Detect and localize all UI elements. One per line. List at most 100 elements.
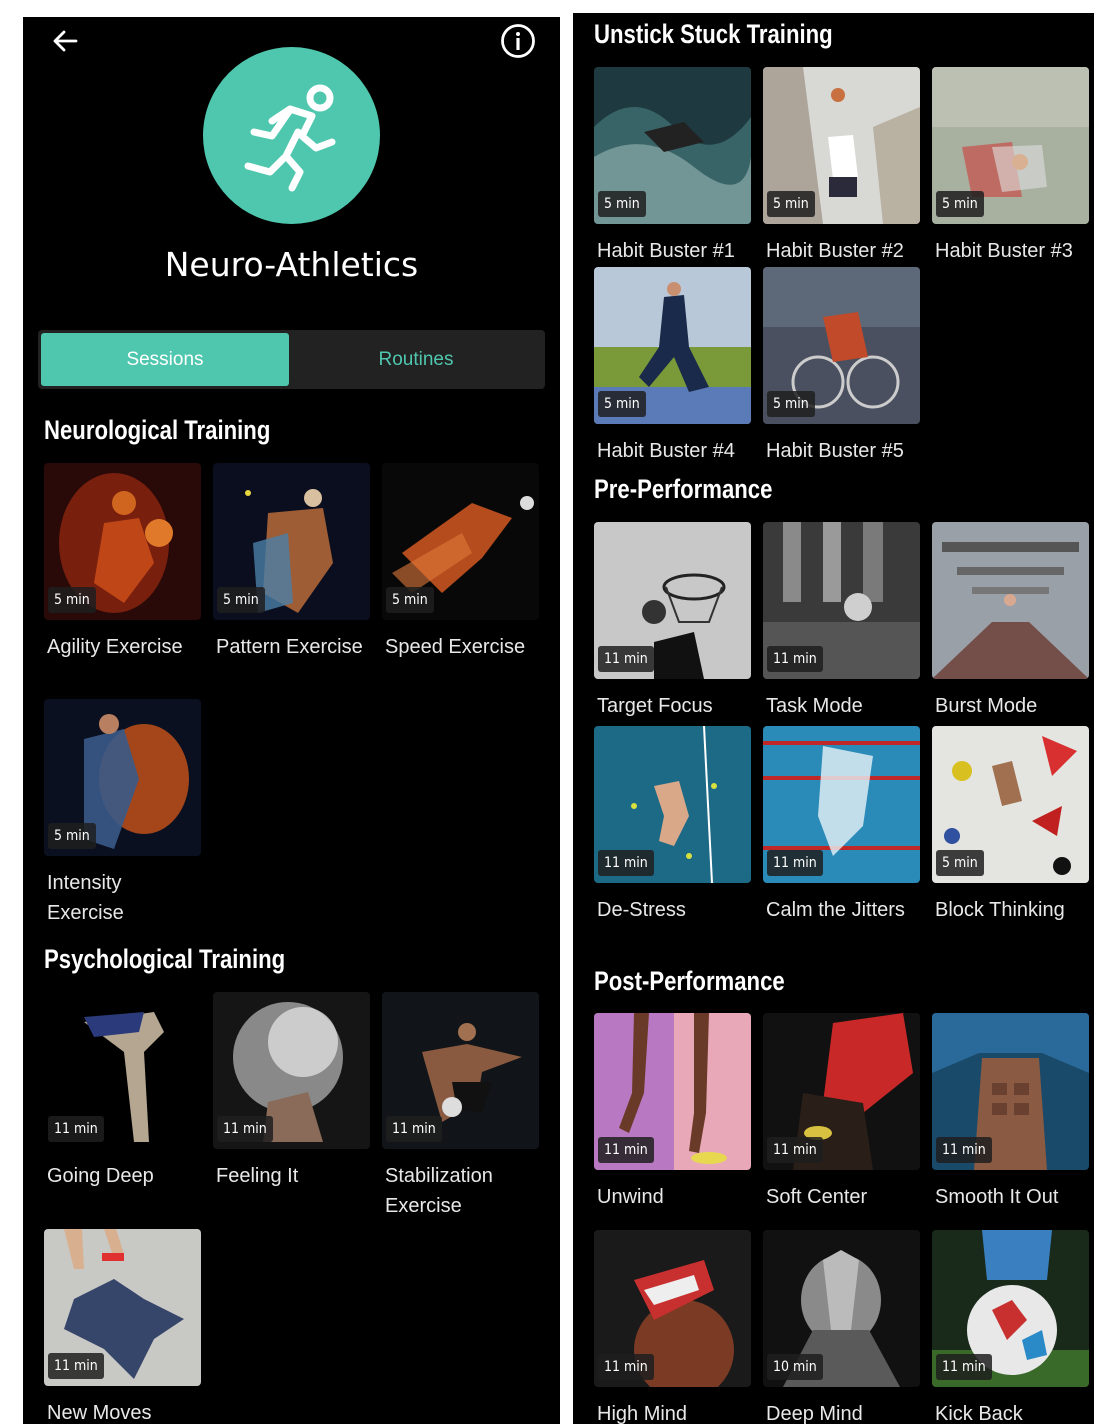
session-thumbnail: 5 min: [763, 67, 920, 224]
session-thumbnail: 11 min: [763, 522, 920, 679]
session-thumbnail: 11 min: [594, 1230, 751, 1387]
session-title: Agility Exercise: [47, 636, 183, 658]
segmented-tabs: Sessions Routines: [38, 330, 545, 389]
duration-badge: 11 min: [936, 1137, 992, 1163]
session-card-agility[interactable]: 5 min Agility Exercise: [44, 463, 201, 662]
left-panel: Neuro-Athletics Sessions Routines Neurol…: [23, 17, 560, 1424]
session-thumbnail: 5 min: [932, 67, 1089, 224]
duration-badge: 5 min: [598, 391, 646, 417]
tab-routines[interactable]: Routines: [290, 333, 542, 386]
session-card-smooth-it-out[interactable]: 11 min Smooth It Out: [932, 1013, 1089, 1212]
session-thumbnail: 5 min: [44, 463, 201, 620]
duration-badge: 11 min: [598, 646, 654, 672]
session-title: New Moves: [47, 1402, 152, 1424]
duration-badge: 11 min: [598, 1354, 654, 1380]
right-panel: Unstick Stuck Training 5 min Habit Buste…: [573, 13, 1094, 1424]
session-card-new-moves[interactable]: 11 min New Moves: [44, 1229, 201, 1424]
session-title: Kick Back: [935, 1403, 1023, 1424]
session-thumbnail: 11 min: [44, 992, 201, 1149]
session-card-stabilization[interactable]: 11 min Stabilization Exercise: [382, 992, 539, 1221]
session-thumbnail: 11 min: [763, 1013, 920, 1170]
session-thumbnail: 5 min: [594, 267, 751, 424]
session-card-habit-buster-3[interactable]: 5 min Habit Buster #3: [932, 67, 1089, 266]
session-thumbnail: 11 min: [932, 1230, 1089, 1387]
session-thumbnail: 11 min: [763, 726, 920, 883]
session-card-deep-mind[interactable]: 10 min Deep Mind: [763, 1230, 920, 1424]
duration-badge: 11 min: [598, 1137, 654, 1163]
session-card-feeling-it[interactable]: 11 min Feeling It: [213, 992, 370, 1191]
session-thumbnail: 5 min: [382, 463, 539, 620]
session-card-unwind[interactable]: 11 min Unwind: [594, 1013, 751, 1212]
session-card-intensity[interactable]: 5 min Intensity Exercise: [44, 699, 201, 928]
info-circle-icon: [501, 24, 535, 58]
session-title: Going Deep: [47, 1165, 154, 1187]
duration-badge: 11 min: [386, 1116, 442, 1142]
session-title: Smooth It Out: [935, 1186, 1059, 1208]
duration-badge: 5 min: [48, 587, 96, 613]
session-title: De-Stress: [597, 899, 686, 921]
duration-badge: 11 min: [598, 850, 654, 876]
duration-badge: 11 min: [217, 1116, 273, 1142]
session-card-burst-mode[interactable]: Burst Mode: [932, 522, 1089, 721]
session-title: Habit Buster #5: [766, 440, 904, 462]
duration-badge: 10 min: [767, 1354, 823, 1380]
section-title-unstick: Unstick Stuck Training: [594, 19, 833, 49]
session-title: Intensity Exercise: [47, 872, 124, 924]
session-card-calm-the-jitters[interactable]: 11 min Calm the Jitters: [763, 726, 920, 925]
runner-icon: [244, 84, 335, 191]
session-card-block-thinking[interactable]: 5 min Block Thinking: [932, 726, 1089, 925]
session-card-habit-buster-2[interactable]: 5 min Habit Buster #2: [763, 67, 920, 266]
session-title: Target Focus: [597, 695, 713, 717]
session-thumbnail: 5 min: [44, 699, 201, 856]
section-title-neurological: Neurological Training: [44, 415, 271, 445]
session-card-habit-buster-1[interactable]: 5 min Habit Buster #1: [594, 67, 751, 266]
session-thumbnail: 5 min: [763, 267, 920, 424]
session-title: Stabilization Exercise: [385, 1165, 493, 1217]
session-title: Block Thinking: [935, 899, 1065, 921]
duration-badge: 5 min: [598, 191, 646, 217]
duration-badge: 5 min: [217, 587, 265, 613]
session-thumbnail: 5 min: [932, 726, 1089, 883]
session-thumbnail: 11 min: [594, 726, 751, 883]
info-button[interactable]: [498, 21, 538, 61]
page-title: Neuro-Athletics: [164, 245, 419, 284]
session-card-kick-back[interactable]: 11 min Kick Back: [932, 1230, 1089, 1424]
session-card-pattern[interactable]: 5 min Pattern Exercise: [213, 463, 370, 662]
session-card-speed[interactable]: 5 min Speed Exercise: [382, 463, 539, 662]
app-logo: [203, 47, 380, 224]
tab-sessions[interactable]: Sessions: [41, 333, 289, 386]
session-thumbnail: 11 min: [213, 992, 370, 1149]
session-card-habit-buster-5[interactable]: 5 min Habit Buster #5: [763, 267, 920, 466]
session-thumbnail: 10 min: [763, 1230, 920, 1387]
duration-badge: 11 min: [767, 850, 823, 876]
back-button[interactable]: [45, 21, 85, 61]
session-card-task-mode[interactable]: 11 min Task Mode: [763, 522, 920, 721]
duration-badge: 5 min: [767, 191, 815, 217]
section-title-post-performance: Post-Performance: [594, 966, 785, 996]
session-thumbnail: 5 min: [594, 67, 751, 224]
section-title-psychological: Psychological Training: [44, 944, 286, 974]
duration-badge: 5 min: [936, 191, 984, 217]
session-card-habit-buster-4[interactable]: 5 min Habit Buster #4: [594, 267, 751, 466]
session-title: Speed Exercise: [385, 636, 526, 658]
session-thumbnail: 5 min: [213, 463, 370, 620]
session-card-high-mind[interactable]: 11 min High Mind: [594, 1230, 751, 1424]
arrow-left-icon: [53, 30, 78, 52]
session-title: Pattern Exercise: [216, 636, 363, 658]
session-card-target-focus[interactable]: 11 min Target Focus: [594, 522, 751, 721]
duration-badge: 11 min: [48, 1116, 104, 1142]
duration-badge: 5 min: [936, 850, 984, 876]
session-thumbnail: 11 min: [594, 1013, 751, 1170]
duration-badge: 11 min: [48, 1353, 104, 1379]
session-title: Feeling It: [216, 1165, 299, 1187]
session-card-soft-center[interactable]: 11 min Soft Center: [763, 1013, 920, 1212]
session-card-going-deep[interactable]: 11 min Going Deep: [44, 992, 201, 1191]
duration-badge: 11 min: [936, 1354, 992, 1380]
session-title: Task Mode: [766, 695, 863, 717]
duration-badge: 5 min: [767, 391, 815, 417]
session-title: Habit Buster #4: [597, 440, 735, 462]
session-card-de-stress[interactable]: 11 min De-Stress: [594, 726, 751, 925]
session-title: Unwind: [597, 1186, 664, 1208]
session-title: Habit Buster #1: [597, 240, 735, 262]
section-title-pre-performance: Pre-Performance: [594, 474, 773, 504]
